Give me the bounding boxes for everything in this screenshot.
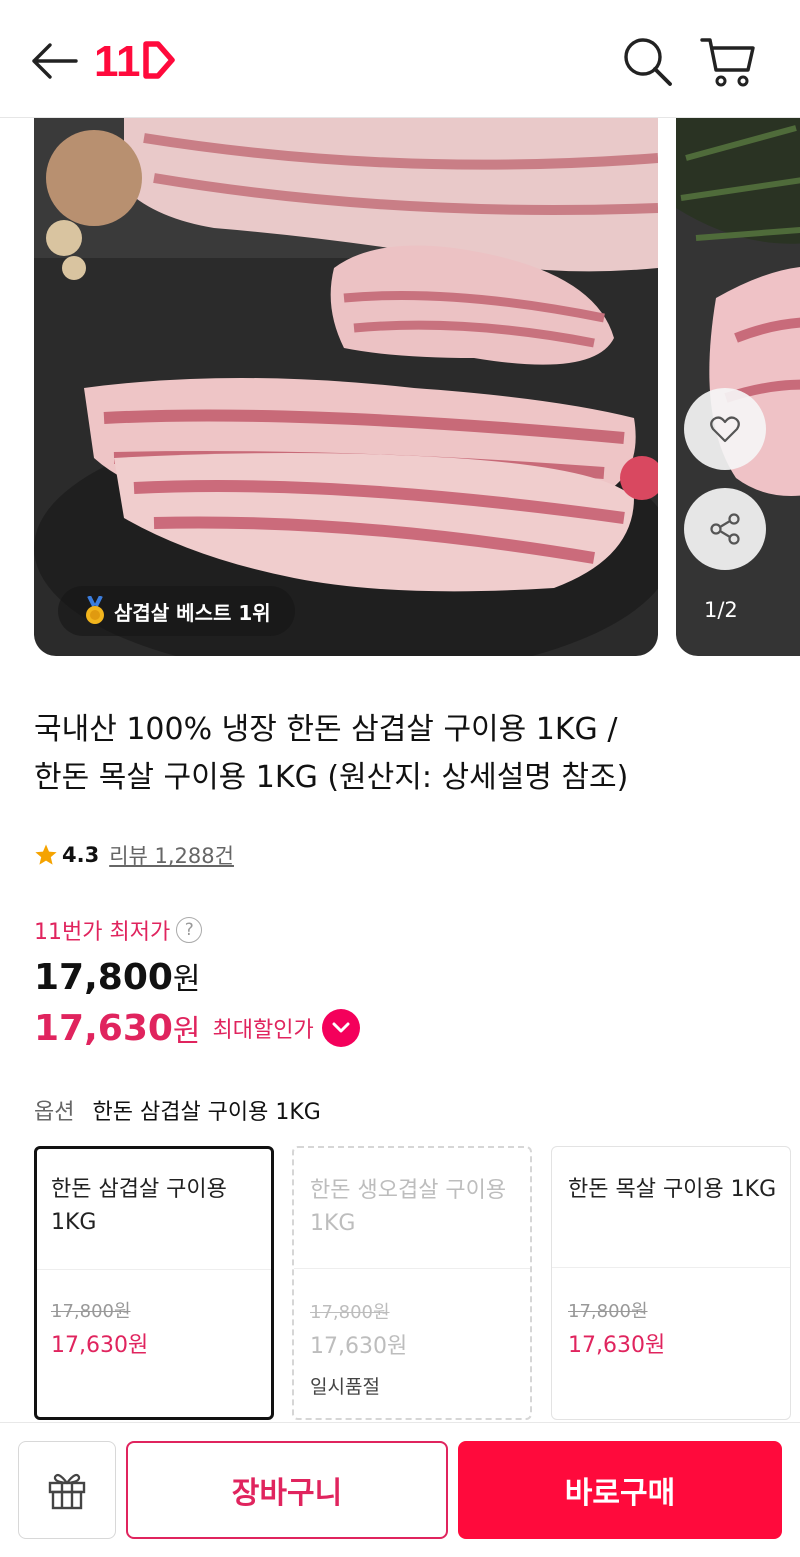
- sale-price-number: 17,630: [34, 1007, 173, 1049]
- option-name: 한돈 생오겹살 구이용 1KG: [310, 1178, 507, 1236]
- buy-now-button[interactable]: 바로구매: [458, 1441, 782, 1539]
- star-icon: [35, 844, 57, 865]
- sold-out-label: 일시품절: [310, 1376, 380, 1398]
- top-header: 11: [0, 0, 800, 118]
- divider: [552, 1267, 790, 1268]
- option-original-price: 17,800원: [568, 1301, 648, 1322]
- option-name: 한돈 삼겹살 구이용 1KG: [51, 1177, 227, 1235]
- gift-icon: [48, 1473, 86, 1510]
- lowest-price-label-row: 11번가 최저가 ?: [34, 914, 203, 946]
- max-discount-label: 최대할인가: [212, 1018, 314, 1043]
- chevron-down-icon: [332, 1022, 350, 1033]
- divider: [294, 1268, 530, 1269]
- option-label: 옵션: [34, 1100, 75, 1125]
- rating-score: 4.3: [62, 843, 100, 867]
- option-summary: 옵션 한돈 삼겹살 구이용 1KG: [34, 1094, 321, 1126]
- cart-icon[interactable]: [698, 32, 758, 90]
- product-title-line-1: 국내산 100% 냉장 한돈 삼겹살 구이용 1KG /: [34, 712, 618, 747]
- option-original-price: 17,800원: [310, 1302, 390, 1323]
- back-arrow-icon[interactable]: [28, 38, 80, 84]
- product-image-next[interactable]: [676, 118, 800, 656]
- gift-button[interactable]: [18, 1441, 116, 1539]
- option-sale-price: 17,630원: [310, 1334, 408, 1359]
- option-original-price: 17,800원: [51, 1301, 131, 1322]
- bottom-action-bar: 장바구니 바로구매: [0, 1422, 800, 1557]
- option-name: 한돈 목살 구이용 1KG: [568, 1177, 777, 1202]
- share-button[interactable]: [684, 488, 766, 570]
- original-price-number: 17,800: [34, 957, 173, 998]
- svg-text:11: 11: [94, 37, 141, 84]
- discount-detail-button[interactable]: [321, 1009, 360, 1047]
- option-card-moksal[interactable]: 한돈 목살 구이용 1KG 17,800원 17,630원: [551, 1146, 791, 1420]
- best-seller-badge: 삼겹살 베스트 1위: [58, 586, 295, 636]
- sale-price-unit: 원: [172, 1014, 201, 1049]
- product-image-main[interactable]: [34, 118, 658, 656]
- search-icon[interactable]: [620, 34, 674, 88]
- product-image-gallery[interactable]: 삼겹살 베스트 1위 1/2: [0, 118, 800, 658]
- divider: [37, 1269, 271, 1270]
- original-price-unit: 원: [172, 962, 201, 997]
- add-to-cart-button[interactable]: 장바구니: [126, 1441, 448, 1539]
- share-icon: [710, 513, 740, 545]
- image-pager: 1/2: [704, 598, 738, 622]
- brand-logo[interactable]: 11: [94, 36, 176, 86]
- product-title: 국내산 100% 냉장 한돈 삼겹살 구이용 1KG / 한돈 목살 구이용 1…: [34, 706, 774, 802]
- option-card-ogyeopsal[interactable]: 한돈 생오겹살 구이용 1KG 17,800원 17,630원 일시품절: [292, 1146, 532, 1420]
- option-sale-price: 17,630원: [51, 1333, 149, 1358]
- medal-icon: [86, 596, 104, 624]
- option-sale-price: 17,630원: [568, 1333, 666, 1358]
- product-title-line-2: 한돈 목살 구이용 1KG (원산지: 상세설명 참조): [34, 760, 629, 795]
- help-icon[interactable]: ?: [176, 917, 203, 943]
- logo-mark: 11: [94, 37, 175, 86]
- original-price: 17,800원: [34, 954, 201, 998]
- review-count-link[interactable]: 리뷰 1,288건: [109, 840, 234, 870]
- sale-price-row: 17,630 원 최대할인가: [34, 1006, 360, 1050]
- wishlist-button[interactable]: [684, 388, 766, 470]
- option-selected-value: 한돈 삼겹살 구이용 1KG: [92, 1100, 321, 1125]
- heart-icon: [710, 416, 740, 443]
- option-card-samgyeopsal[interactable]: 한돈 삼겹살 구이용 1KG 17,800원 17,630원: [34, 1146, 274, 1420]
- badge-label: 삼겹살 베스트 1위: [114, 600, 271, 625]
- lowest-price-label: 11번가 최저가: [34, 920, 171, 945]
- rating-row: 4.3 리뷰 1,288건: [34, 840, 234, 870]
